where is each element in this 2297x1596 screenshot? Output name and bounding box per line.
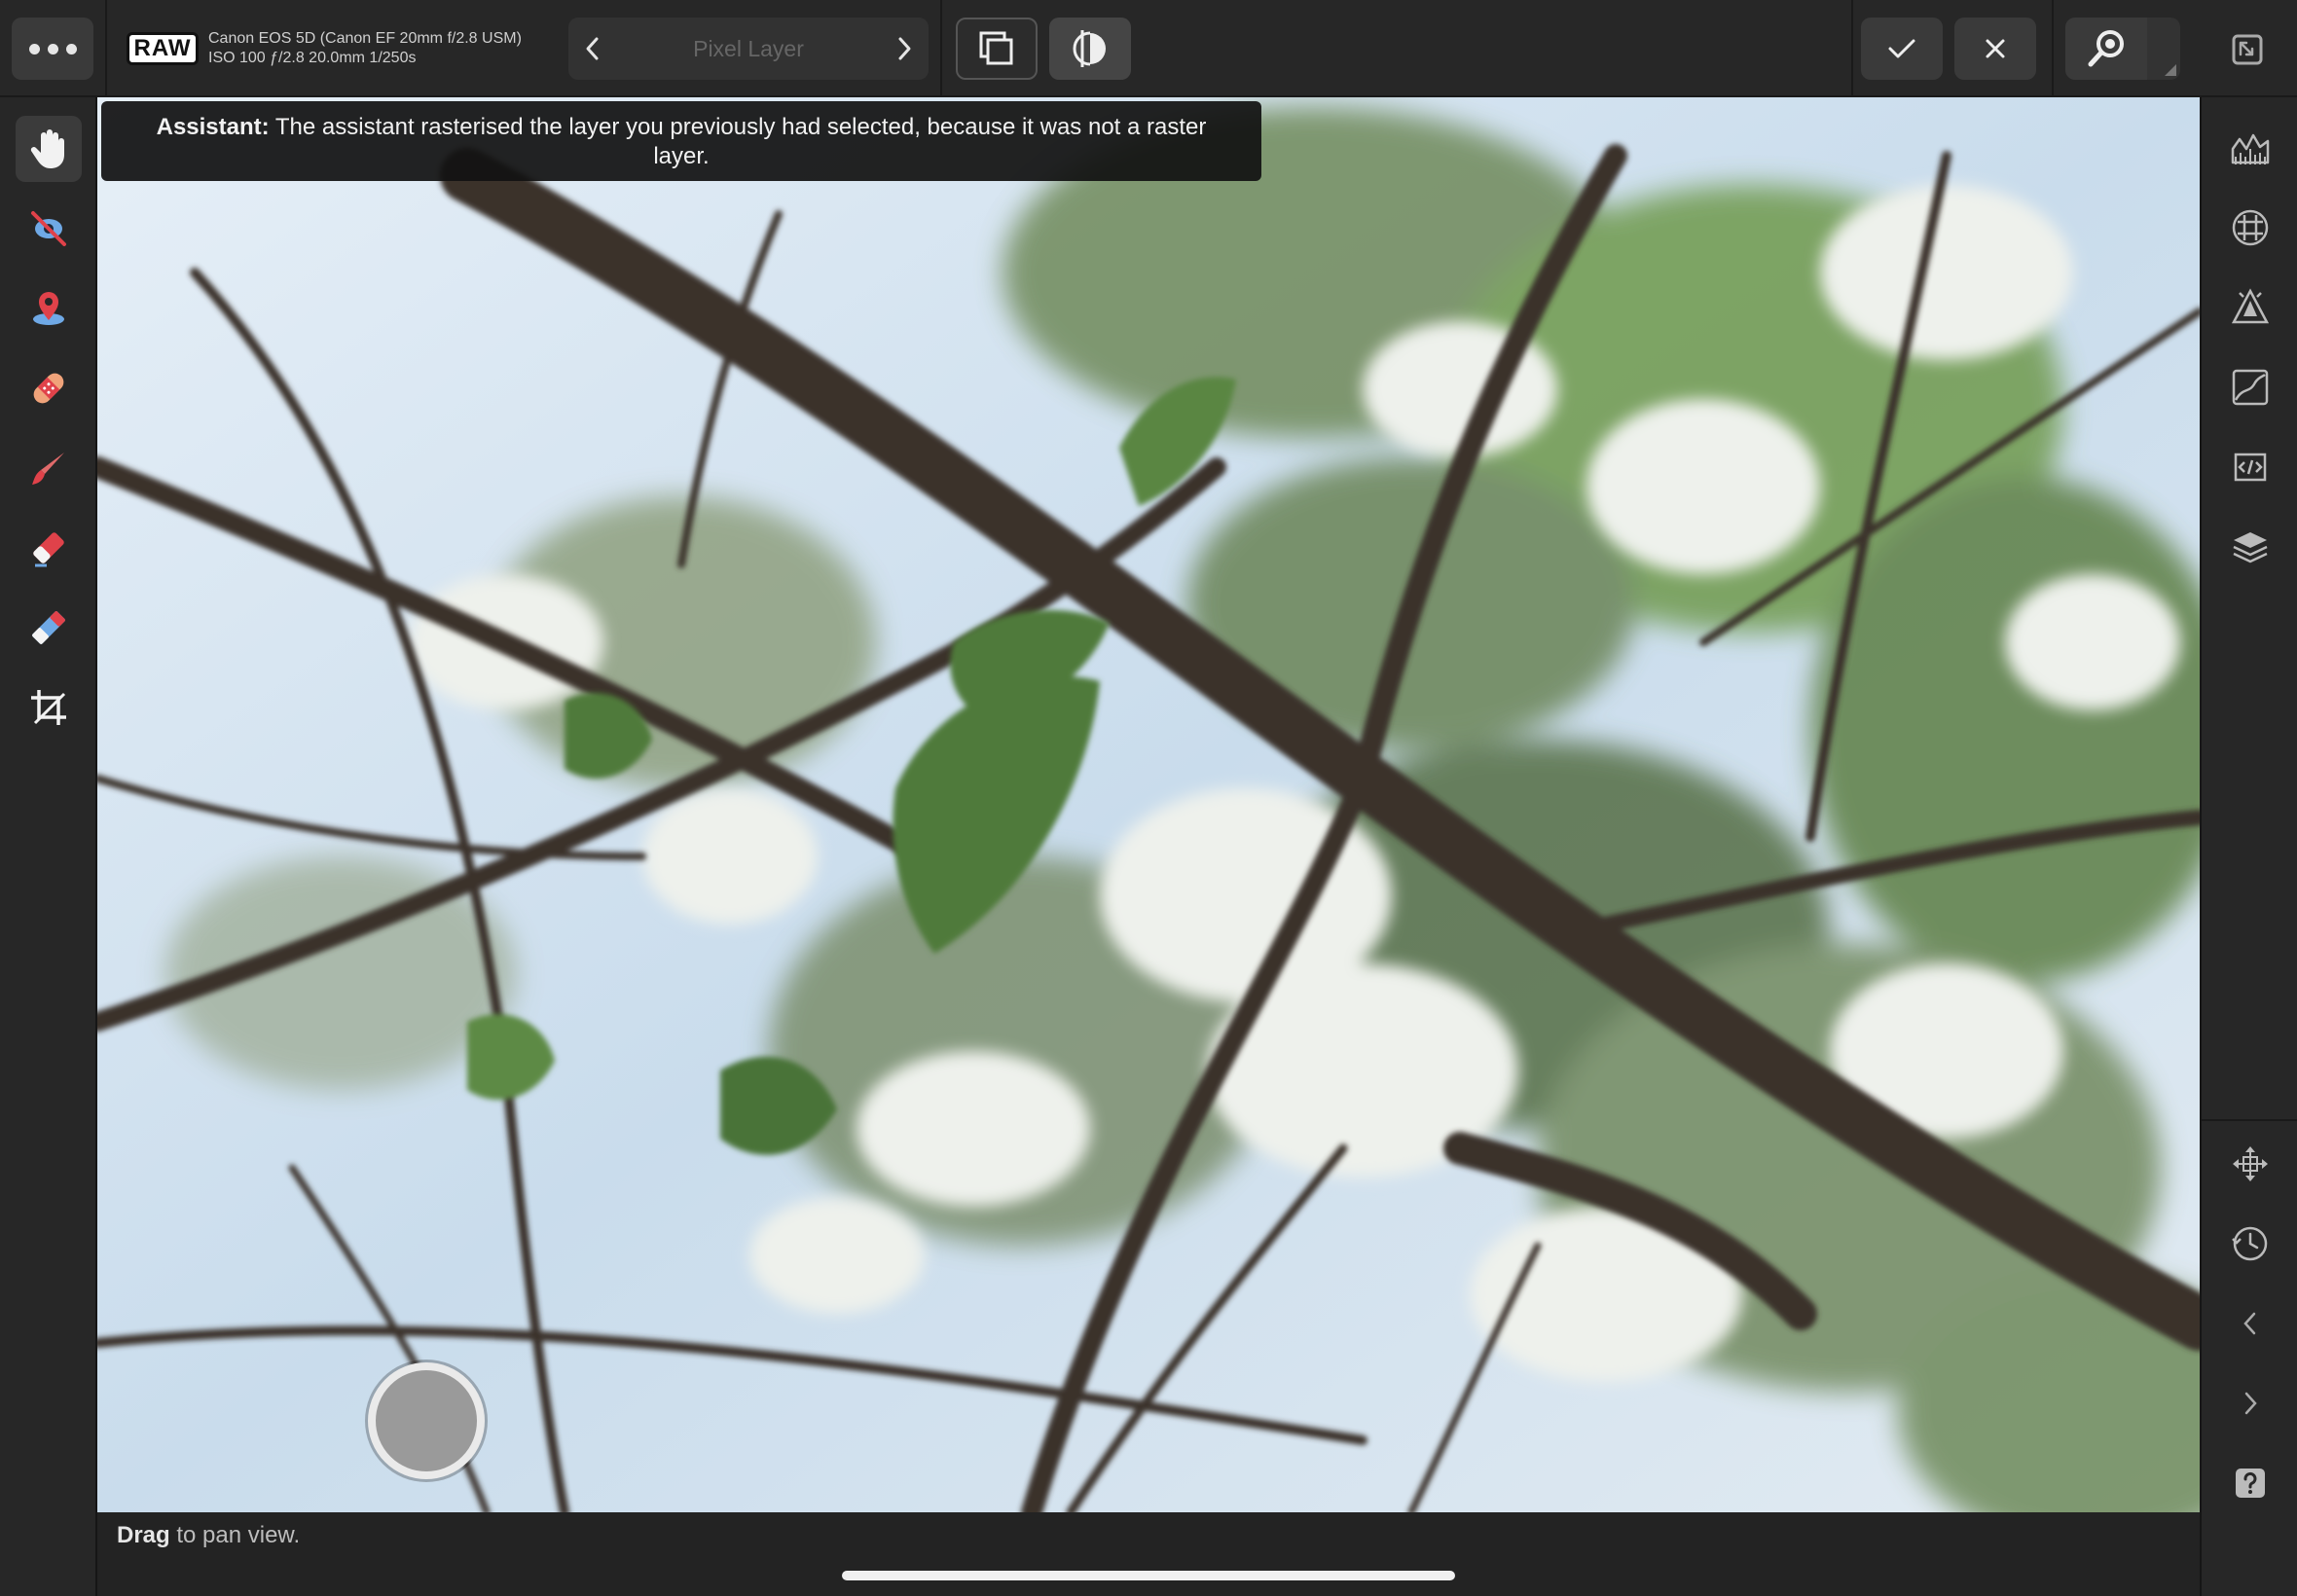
split-compare-icon: [1073, 30, 1106, 67]
corner-triangle-icon: [2165, 64, 2176, 76]
fullscreen-icon: [2232, 34, 2263, 65]
move-arrows-icon: [2233, 1146, 2268, 1181]
blemish-tool-button[interactable]: [16, 275, 82, 342]
status-bar: Drag to pan view.: [97, 1512, 2200, 1596]
toolbar-divider: [105, 0, 107, 97]
help-button[interactable]: [2227, 1460, 2274, 1506]
toolbar-divider: [940, 0, 942, 97]
layer-name: Pixel Layer: [693, 36, 804, 61]
overlay-gradient-icon: [32, 611, 65, 644]
tone-mapping-icon: [2231, 288, 2270, 324]
camera-model-text: Canon EOS 5D (Canon EF 20mm f/2.8 USM): [208, 30, 522, 47]
layers-icon: [2233, 532, 2268, 563]
chevron-right-icon: [898, 37, 911, 60]
checkmark-icon: [1888, 39, 1915, 58]
photo-image: [97, 97, 2200, 1512]
duplicate-button[interactable]: [956, 18, 1038, 80]
status-action: Drag: [117, 1522, 170, 1548]
histogram-icon: [2231, 133, 2270, 164]
red-eye-tool-button[interactable]: [16, 196, 82, 262]
redo-button[interactable]: [2227, 1380, 2274, 1427]
previous-layer-button[interactable]: [568, 18, 617, 80]
split-compare-button[interactable]: [1049, 18, 1131, 80]
left-tools-panel: [0, 97, 97, 1596]
hand-icon: [30, 129, 64, 168]
histogram-button[interactable]: [2227, 125, 2274, 171]
next-layer-button[interactable]: [880, 18, 929, 80]
more-dots-icon: [25, 43, 81, 54]
transform-button[interactable]: [2227, 1141, 2274, 1187]
red-eye-icon: [31, 211, 66, 246]
toolbar-divider: [2052, 0, 2054, 97]
magnifier-icon: [2088, 30, 2124, 67]
photo-canvas[interactable]: [97, 97, 2200, 1512]
home-indicator[interactable]: [842, 1571, 1455, 1580]
toolbar-divider: [1851, 0, 1853, 97]
panel-divider: [2202, 1119, 2297, 1121]
duplicate-layers-icon: [979, 31, 1013, 65]
blemish-removal-icon: [33, 292, 64, 325]
fullscreen-button[interactable]: [2225, 27, 2270, 72]
layers-button[interactable]: [2227, 524, 2274, 570]
patch-tool-button[interactable]: [16, 355, 82, 421]
curves-button[interactable]: [2227, 364, 2274, 411]
chevron-right-icon: [2244, 1392, 2257, 1415]
layer-selector: Pixel Layer: [568, 18, 929, 80]
crop-icon: [31, 690, 66, 725]
more-menu-button[interactable]: [12, 18, 93, 80]
top-toolbar: RAW Canon EOS 5D (Canon EF 20mm f/2.8 US…: [0, 0, 2297, 97]
raw-badge: RAW: [127, 32, 199, 65]
view-tool-button[interactable]: [16, 116, 82, 182]
tone-button[interactable]: [2227, 284, 2274, 331]
status-description: to pan view.: [176, 1522, 301, 1548]
erase-tool-button[interactable]: [16, 515, 82, 581]
code-brackets-icon: [2234, 453, 2267, 482]
chevron-left-icon: [2243, 1312, 2256, 1335]
assistant-notification: Assistant: The assistant rasterised the …: [101, 101, 1261, 181]
cancel-button[interactable]: [1954, 18, 2036, 80]
assistant-label: Assistant:: [156, 114, 270, 140]
bandage-icon: [33, 373, 64, 404]
right-studio-panel: [2200, 97, 2297, 1596]
brush-icon: [32, 453, 64, 485]
lens-grid-icon: [2232, 209, 2269, 246]
undo-button[interactable]: [2227, 1300, 2274, 1347]
assistant-message: The assistant rasterised the layer you p…: [274, 114, 1207, 169]
presets-button[interactable]: [2227, 444, 2274, 490]
status-hint: Drag to pan view.: [117, 1522, 300, 1549]
history-clock-icon: [2232, 1226, 2268, 1261]
zoom-options-button[interactable]: [2147, 18, 2180, 80]
overlay-gradient-tool-button[interactable]: [16, 595, 82, 661]
chevron-left-icon: [586, 37, 599, 60]
lens-button[interactable]: [2227, 204, 2274, 251]
curves-icon: [2232, 369, 2269, 406]
crop-tool-button[interactable]: [16, 674, 82, 741]
help-icon: [2236, 1469, 2265, 1498]
zoom-button[interactable]: [2065, 18, 2147, 80]
eraser-icon: [33, 532, 64, 567]
brush-tool-button[interactable]: [16, 435, 82, 501]
close-icon: [1986, 39, 2005, 58]
apply-button[interactable]: [1861, 18, 1943, 80]
record-macro-button[interactable]: [368, 1362, 485, 1479]
camera-settings-text: ISO 100 ƒ/2.8 20.0mm 1/250s: [208, 50, 417, 66]
history-button[interactable]: [2227, 1220, 2274, 1267]
